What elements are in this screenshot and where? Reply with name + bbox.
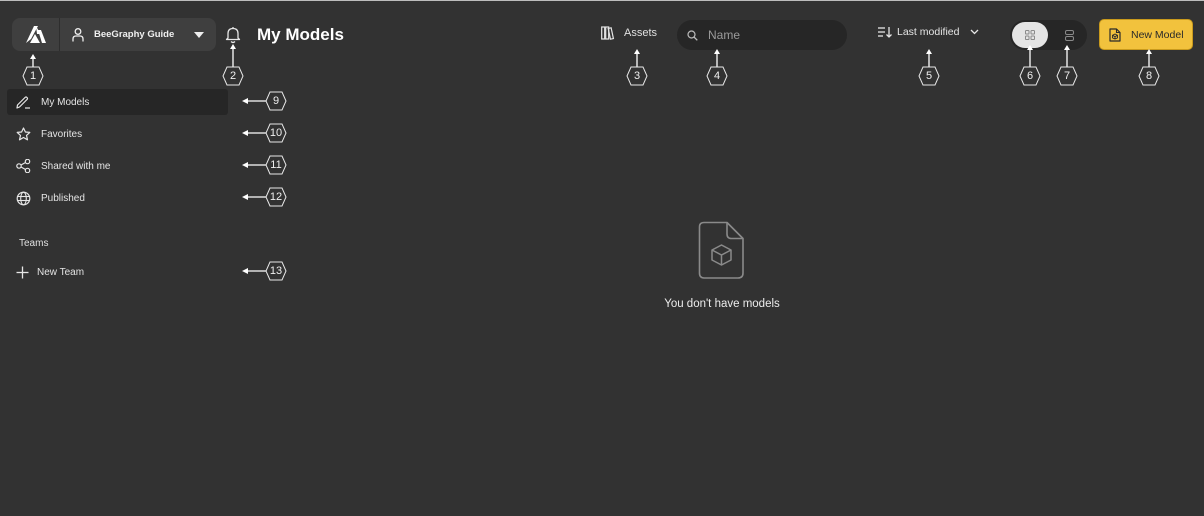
annotation-marker: 6	[1019, 66, 1041, 86]
annotation-arrows	[30, 44, 1152, 274]
annotation-marker: 4	[706, 66, 728, 86]
annotation-marker: 5	[918, 66, 940, 86]
annotation-marker: 8	[1138, 66, 1160, 86]
annotation-marker: 3	[626, 66, 648, 86]
annotation-marker: 7	[1056, 66, 1078, 86]
annotation-marker: 9	[265, 91, 287, 111]
annotation-marker: 12	[265, 187, 287, 207]
annotation-marker: 1	[22, 66, 44, 86]
annotation-marker: 2	[222, 66, 244, 86]
annotation-marker: 10	[265, 123, 287, 143]
annotation-marker: 13	[265, 261, 287, 281]
annotation-marker: 11	[265, 155, 287, 175]
